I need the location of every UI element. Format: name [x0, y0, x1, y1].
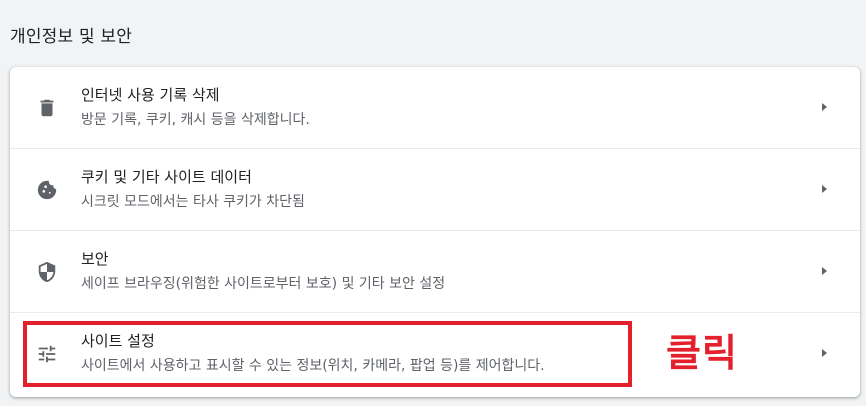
- arrow-right-icon: [818, 183, 830, 195]
- row-title: 쿠키 및 기타 사이트 데이터: [81, 168, 252, 186]
- row-title: 보안: [81, 250, 109, 268]
- trash-icon: [36, 97, 58, 119]
- row-subtitle: 방문 기록, 쿠키, 캐시 등을 삭제합니다.: [81, 112, 310, 128]
- click-annotation: 클릭: [666, 331, 738, 375]
- tune-icon: [36, 343, 58, 365]
- settings-page: 개인정보 및 보안 인터넷 사용 기록 삭제 방문 기록, 쿠키, 캐시 등을 …: [0, 0, 866, 406]
- row-cookies[interactable]: 쿠키 및 기타 사이트 데이터 시크릿 모드에서는 타사 쿠키가 차단됨: [10, 148, 860, 229]
- row-security[interactable]: 보안 세이프 브라우징(위험한 사이트로부터 보호) 및 기타 보안 설정: [10, 230, 860, 311]
- row-subtitle: 시크릿 모드에서는 타사 쿠키가 차단됨: [81, 194, 305, 210]
- arrow-right-icon: [818, 101, 830, 113]
- row-title: 인터넷 사용 기록 삭제: [81, 86, 220, 104]
- shield-icon: [36, 261, 58, 283]
- row-clear-browsing-data[interactable]: 인터넷 사용 기록 삭제 방문 기록, 쿠키, 캐시 등을 삭제합니다.: [10, 67, 860, 148]
- row-subtitle: 사이트에서 사용하고 표시할 수 있는 정보(위치, 카메라, 팝업 등)를 제…: [81, 358, 545, 374]
- row-title: 사이트 설정: [81, 332, 155, 350]
- arrow-right-icon: [818, 265, 830, 277]
- row-subtitle: 세이프 브라우징(위험한 사이트로부터 보호) 및 기타 보안 설정: [81, 276, 446, 292]
- section-title: 개인정보 및 보안: [10, 27, 133, 47]
- cookie-icon: [36, 179, 58, 201]
- arrow-right-icon: [818, 347, 830, 359]
